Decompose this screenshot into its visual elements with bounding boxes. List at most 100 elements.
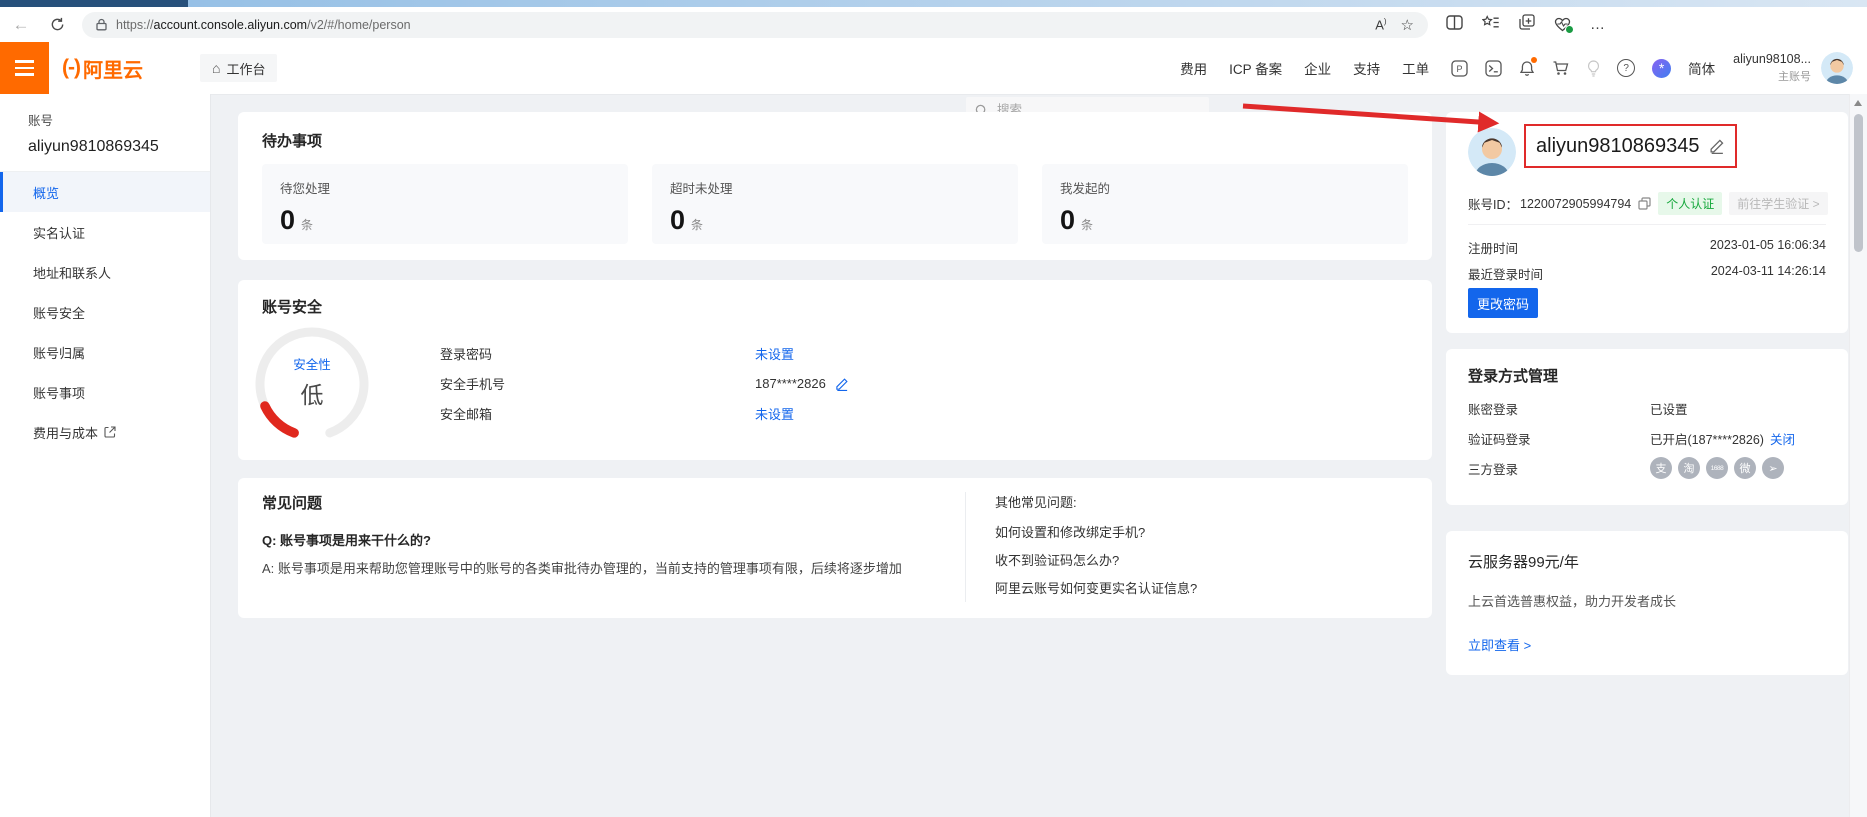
password-login-value: 已设置: [1650, 399, 1688, 418]
sidebar-item-overview[interactable]: 概览: [0, 172, 210, 212]
login-methods-title: 登录方式管理: [1468, 365, 1558, 386]
workbench-label: 工作台: [226, 59, 265, 78]
security-email-set-link[interactable]: 未设置: [755, 404, 794, 423]
todo-box-overdue[interactable]: 超时未处理 0条: [652, 164, 1018, 244]
app-icon[interactable]: P: [1451, 60, 1468, 77]
login-password-label: 登录密码: [440, 344, 755, 363]
header-account[interactable]: aliyun98108... 主账号: [1733, 52, 1811, 84]
cloudshell-icon[interactable]: [1485, 60, 1502, 77]
aliyun-logo-text: 阿里云: [83, 54, 143, 83]
sidebar-item-contacts[interactable]: 地址和联系人: [0, 252, 210, 292]
home-icon: ⌂: [212, 60, 220, 76]
console-header: (-) 阿里云 ⌂ 工作台 费用 ICP 备案 企业 支持 工单 P ? * 简…: [0, 42, 1867, 95]
add-favorite-icon[interactable]: ☆: [1401, 16, 1414, 34]
taobao-icon[interactable]: 淘: [1678, 457, 1700, 479]
certified-badge: 个人认证: [1658, 192, 1722, 215]
profile-card: aliyun9810869345 账号ID：1220072905994794 个…: [1446, 112, 1848, 333]
international-icon[interactable]: *: [1652, 59, 1671, 78]
gauge-label: 安全性: [252, 354, 372, 373]
sidebar-item-security[interactable]: 账号安全: [0, 292, 210, 332]
copy-icon[interactable]: [1638, 197, 1651, 210]
student-verify-link[interactable]: 前往学生验证 >: [1729, 192, 1827, 215]
faq-question: Q: 账号事项是用来干什么的?: [262, 530, 431, 549]
page-scrollbar[interactable]: [1849, 94, 1867, 817]
security-title: 账号安全: [262, 296, 322, 317]
url-text[interactable]: https://account.console.aliyun.com/v2/#/…: [116, 18, 411, 32]
faq-divider: [965, 492, 966, 602]
split-screen-icon[interactable]: [1446, 15, 1463, 35]
register-time-label: 注册时间: [1468, 238, 1518, 257]
browser-menu-icon[interactable]: …: [1590, 16, 1606, 33]
refresh-button[interactable]: [42, 12, 72, 38]
sidebar-item-billing[interactable]: 费用与成本: [0, 412, 210, 452]
workbench-button[interactable]: ⌂ 工作台: [200, 54, 277, 82]
notifications-bell-icon[interactable]: [1519, 60, 1535, 77]
change-password-button[interactable]: 更改密码: [1468, 288, 1538, 318]
account-id-value: 1220072905994794: [1520, 197, 1631, 211]
todo-title: 待办事项: [262, 130, 322, 151]
promo-subtitle: 上云首选普惠权益，助力开发者成长: [1468, 591, 1676, 610]
account-id-label: 账号ID：: [1468, 194, 1518, 213]
last-login-value: 2024-03-11 14:26:14: [1711, 264, 1826, 283]
refresh-icon: [50, 17, 65, 32]
edit-phone-icon[interactable]: [835, 377, 849, 391]
profile-avatar[interactable]: [1468, 128, 1516, 176]
external-link-icon: [104, 426, 116, 438]
notification-badge: [1531, 57, 1537, 63]
todo-count: 0: [670, 205, 685, 236]
browser-toolbar: ← https://account.console.aliyun.com/v2/…: [0, 7, 1867, 43]
browser-essentials-icon[interactable]: [1554, 17, 1571, 32]
cart-icon[interactable]: [1552, 60, 1570, 76]
read-aloud-icon[interactable]: A): [1375, 17, 1386, 32]
nav-icp[interactable]: ICP 备案: [1229, 58, 1282, 78]
header-account-name: aliyun98108...: [1733, 52, 1811, 66]
code-login-value: 已开启(187****2826): [1650, 429, 1764, 448]
dingtalk-icon[interactable]: ➢: [1762, 457, 1784, 479]
aliyun-logo[interactable]: (-) 阿里云: [62, 42, 143, 94]
login-password-set-link[interactable]: 未设置: [755, 344, 794, 363]
weibo-icon[interactable]: 微: [1734, 457, 1756, 479]
code-login-disable-link[interactable]: 关闭: [1770, 429, 1795, 448]
scrollbar-up-arrow[interactable]: [1854, 100, 1862, 106]
faq-link-bind-phone[interactable]: 如何设置和修改绑定手机?: [995, 522, 1145, 541]
sidebar-group-label: 账号: [28, 110, 210, 129]
products-menu-button[interactable]: [0, 42, 49, 94]
nav-support[interactable]: 支持: [1353, 58, 1380, 78]
sidebar-account-name: aliyun9810869345: [28, 138, 210, 156]
faq-link-change-realname[interactable]: 阿里云账号如何变更实名认证信息?: [995, 578, 1197, 597]
favorites-icon[interactable]: [1482, 15, 1500, 35]
back-button[interactable]: ←: [6, 12, 36, 38]
aliyun-logo-mark: (-): [62, 56, 80, 80]
register-time-value: 2023-01-05 16:06:34: [1710, 238, 1826, 257]
faq-link-no-code[interactable]: 收不到验证码怎么办?: [995, 550, 1119, 569]
scrollbar-thumb[interactable]: [1854, 114, 1863, 252]
edit-name-icon[interactable]: [1709, 138, 1725, 154]
header-avatar[interactable]: [1821, 52, 1853, 84]
promo-title: 云服务器99元/年: [1468, 551, 1579, 572]
nav-billing[interactable]: 费用: [1180, 58, 1207, 78]
promo-card: 云服务器99元/年 上云首选普惠权益，助力开发者成长 立即查看 >: [1446, 531, 1848, 675]
nav-tickets[interactable]: 工单: [1402, 58, 1429, 78]
todo-box-pending[interactable]: 待您处理 0条: [262, 164, 628, 244]
nav-enterprise[interactable]: 企业: [1304, 58, 1331, 78]
address-bar[interactable]: https://account.console.aliyun.com/v2/#/…: [82, 12, 1428, 38]
promo-view-link[interactable]: 立即查看 >: [1468, 635, 1531, 654]
sidebar-item-ownership[interactable]: 账号归属: [0, 332, 210, 372]
page: ← https://account.console.aliyun.com/v2/…: [0, 0, 1867, 817]
security-phone-label: 安全手机号: [440, 374, 755, 393]
todo-box-initiated[interactable]: 我发起的 0条: [1042, 164, 1408, 244]
lock-icon[interactable]: [96, 18, 107, 31]
todo-count: 0: [280, 205, 295, 236]
1688-icon[interactable]: 1688: [1706, 457, 1728, 479]
help-icon[interactable]: ?: [1617, 59, 1635, 77]
sidebar-item-matters[interactable]: 账号事项: [0, 372, 210, 412]
faq-title: 常见问题: [262, 492, 322, 513]
faq-card: 常见问题 Q: 账号事项是用来干什么的? A: 账号事项是用来帮助您管理账号中的…: [238, 478, 1432, 618]
account-security-card: 账号安全 安全性 低 登录密码 未设置 安全手机号 187****2826 安全…: [238, 280, 1432, 460]
tips-bulb-icon[interactable]: [1587, 60, 1600, 77]
collections-icon[interactable]: [1519, 14, 1535, 35]
alipay-icon[interactable]: 支: [1650, 457, 1672, 479]
gauge-value: 低: [252, 376, 372, 410]
sidebar-item-realname[interactable]: 实名认证: [0, 212, 210, 252]
language-switch[interactable]: 简体: [1688, 58, 1715, 78]
